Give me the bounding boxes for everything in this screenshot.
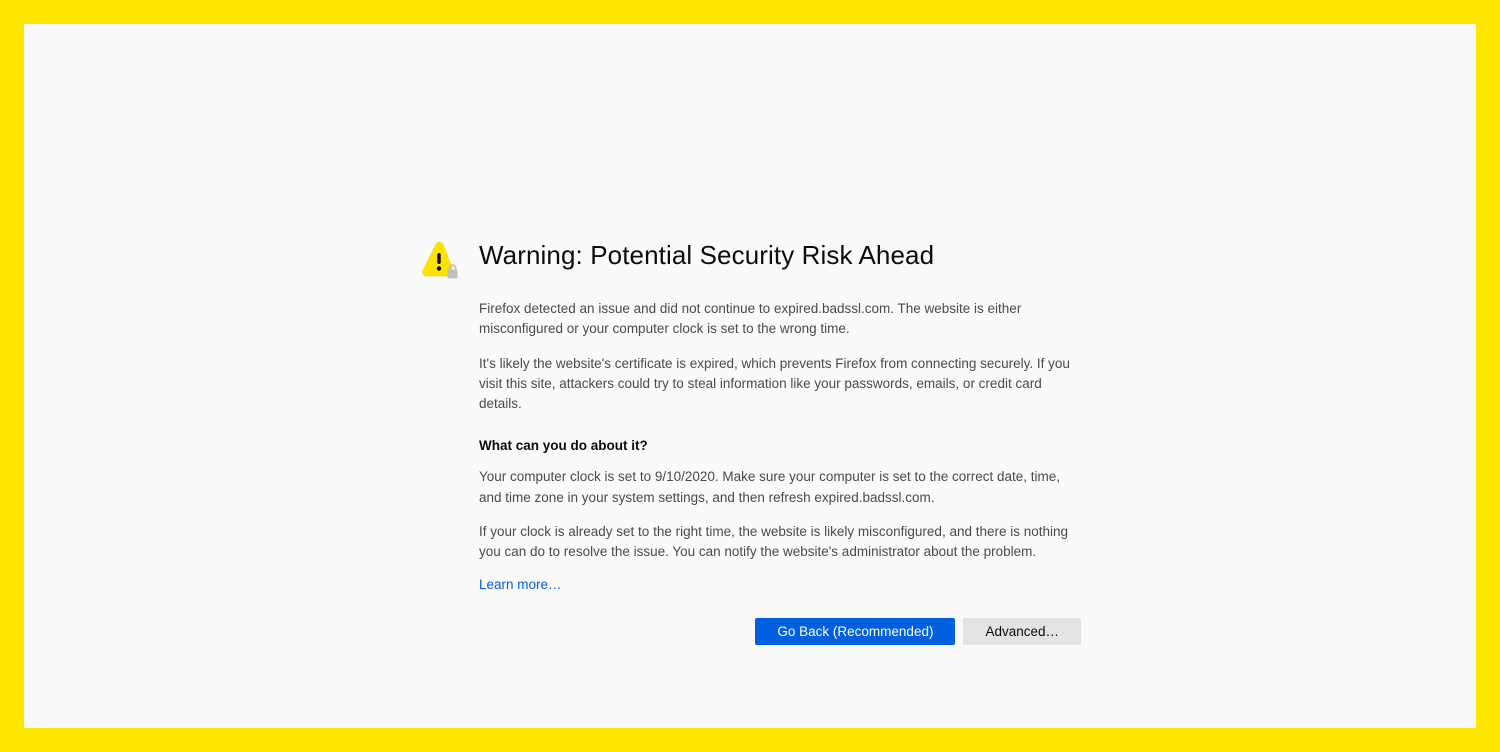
what-can-you-do-heading: What can you do about it? bbox=[479, 438, 1081, 453]
advanced-button[interactable]: Advanced… bbox=[963, 618, 1081, 645]
warning-icon-group bbox=[419, 242, 461, 282]
warning-paragraph-3: Your computer clock is set to 9/10/2020.… bbox=[479, 467, 1081, 508]
warning-triangle-icon bbox=[419, 242, 461, 282]
warning-paragraph-2: It's likely the website's certificate is… bbox=[479, 354, 1081, 415]
page-background: Warning: Potential Security Risk Ahead F… bbox=[24, 24, 1476, 728]
warning-paragraph-4: If your clock is already set to the righ… bbox=[479, 522, 1081, 563]
warning-title: Warning: Potential Security Risk Ahead bbox=[479, 240, 1081, 271]
learn-more-link[interactable]: Learn more… bbox=[479, 577, 562, 592]
button-row: Go Back (Recommended) Advanced… bbox=[479, 618, 1081, 645]
go-back-button[interactable]: Go Back (Recommended) bbox=[755, 618, 955, 645]
content-column: Warning: Potential Security Risk Ahead F… bbox=[479, 242, 1081, 645]
warning-card: Warning: Potential Security Risk Ahead F… bbox=[419, 242, 1081, 645]
warning-paragraph-1: Firefox detected an issue and did not co… bbox=[479, 299, 1081, 340]
